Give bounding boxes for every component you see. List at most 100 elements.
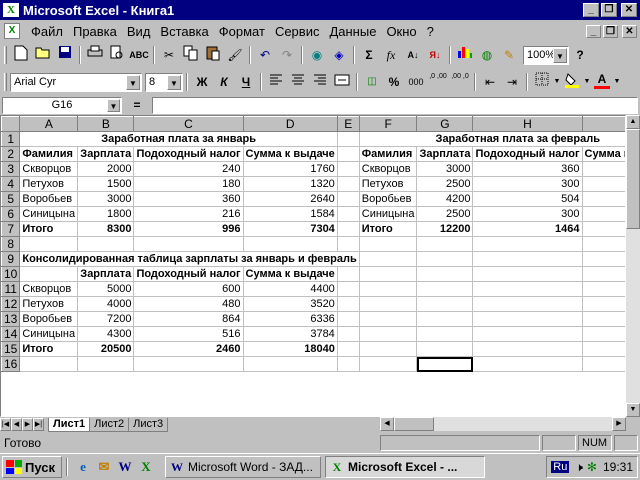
menu-window[interactable]: Окно — [381, 24, 421, 39]
cell[interactable]: 5000 — [77, 281, 135, 297]
doc-restore-button[interactable]: ❐ — [603, 24, 618, 38]
excel-quick-launch-icon[interactable]: X — [137, 458, 155, 476]
hyperlink-icon[interactable]: ◈ — [328, 45, 350, 65]
save-icon[interactable] — [54, 45, 76, 65]
cell[interactable]: Воробьев — [19, 311, 79, 327]
cut-icon[interactable]: ✂ — [158, 45, 180, 65]
cell[interactable]: 2460 — [133, 341, 244, 357]
sort-desc-icon[interactable]: Я↓ — [424, 45, 446, 65]
cell[interactable] — [472, 311, 583, 327]
cell[interactable] — [472, 281, 583, 297]
cell[interactable] — [472, 356, 583, 372]
cell[interactable] — [581, 356, 625, 372]
cell[interactable] — [416, 311, 474, 327]
col-header-c[interactable]: C — [133, 116, 244, 132]
cell[interactable]: Синицына — [19, 326, 79, 342]
cell[interactable] — [416, 296, 474, 312]
header-cell[interactable]: Сумма к выдаче — [242, 146, 338, 162]
edit-formula-button[interactable]: = — [122, 98, 152, 112]
copy-icon[interactable] — [180, 45, 202, 65]
decrease-decimal-button[interactable]: ,00 ,0 — [449, 72, 471, 92]
font-size-dropdown-icon[interactable]: ▼ — [167, 74, 181, 90]
font-select[interactable]: Arial Cyr ▼ — [10, 72, 142, 92]
cell[interactable] — [581, 281, 625, 297]
cell[interactable]: 8300 — [77, 221, 135, 237]
currency-icon[interactable]: ◫ — [361, 72, 383, 92]
cell[interactable]: 1584 — [242, 206, 338, 222]
cell[interactable] — [581, 296, 625, 312]
cell[interactable]: Воробьев — [19, 191, 79, 207]
close-button[interactable]: ✕ — [621, 3, 637, 17]
cell[interactable] — [336, 176, 360, 192]
cell[interactable] — [336, 296, 360, 312]
restore-button[interactable]: ❐ — [601, 3, 617, 17]
volume-icon[interactable]: 🕨 — [575, 460, 583, 475]
cell[interactable]: Петухов — [358, 176, 418, 192]
cell[interactable] — [416, 251, 474, 267]
cell[interactable] — [416, 281, 474, 297]
minimize-button[interactable]: _ — [583, 3, 599, 17]
new-icon[interactable] — [10, 45, 32, 65]
header-cell[interactable]: Фамилия — [19, 146, 79, 162]
header-cell[interactable]: Зарплата — [77, 146, 135, 162]
row-header-2[interactable]: 2 — [1, 146, 21, 162]
toolbar-grip[interactable] — [4, 73, 7, 91]
cell[interactable]: Синицына — [19, 206, 79, 222]
decrease-indent-icon[interactable]: ⇤ — [479, 72, 501, 92]
align-right-icon[interactable] — [309, 72, 331, 92]
first-sheet-icon[interactable]: |◀ — [0, 418, 11, 431]
cell[interactable] — [19, 356, 79, 372]
autosum-icon[interactable]: Σ — [358, 45, 380, 65]
cell[interactable]: Петухов — [19, 296, 79, 312]
row-header-11[interactable]: 11 — [1, 281, 21, 297]
cell[interactable]: 300 — [472, 176, 583, 192]
name-box[interactable]: G16 ▼ — [2, 96, 122, 114]
scheduler-icon[interactable]: ✻ — [587, 460, 597, 474]
format-painter-icon[interactable]: 🖌 — [224, 45, 246, 65]
cell[interactable] — [77, 236, 135, 252]
align-left-icon[interactable] — [265, 72, 287, 92]
cell[interactable] — [336, 266, 360, 282]
menu-insert[interactable]: Вставка — [155, 24, 213, 39]
cell[interactable]: 2200 — [581, 206, 625, 222]
cell[interactable] — [19, 236, 79, 252]
col-header-i[interactable]: I — [581, 116, 625, 132]
cell[interactable] — [336, 146, 360, 162]
task-word-button[interactable]: W Microsoft Word - ЗАД... — [165, 456, 321, 478]
cell[interactable] — [358, 236, 418, 252]
cell[interactable]: 240 — [133, 161, 244, 177]
scroll-left-icon[interactable]: ◀ — [380, 417, 394, 431]
cell[interactable]: 6336 — [242, 311, 338, 327]
cell[interactable]: 3696 — [581, 191, 625, 207]
cell[interactable]: Скворцов — [358, 161, 418, 177]
map-icon[interactable]: ◍ — [476, 45, 498, 65]
doc-close-button[interactable]: ✕ — [622, 24, 637, 38]
workbook-icon[interactable]: X — [4, 23, 20, 39]
cell[interactable] — [581, 341, 625, 357]
cell[interactable] — [133, 356, 244, 372]
last-sheet-icon[interactable]: ▶| — [33, 418, 44, 431]
vertical-scrollbar[interactable]: ▲ ▼ — [626, 115, 640, 417]
sheet-tab-1[interactable]: Лист1 — [48, 417, 91, 432]
horizontal-scrollbar[interactable]: ◀ ▶ — [380, 417, 626, 431]
undo-icon[interactable]: ↶ — [254, 45, 276, 65]
cell[interactable] — [242, 236, 338, 252]
cell[interactable]: Итого — [358, 221, 418, 237]
fill-color-dropdown-icon[interactable]: ▼ — [583, 72, 591, 92]
header-cell[interactable]: Зарплата — [416, 146, 474, 162]
cell[interactable] — [416, 341, 474, 357]
cell[interactable] — [336, 311, 360, 327]
percent-button[interactable]: % — [383, 72, 405, 92]
cell[interactable] — [581, 236, 625, 252]
cell[interactable]: 18040 — [242, 341, 338, 357]
cell[interactable]: 3000 — [416, 161, 474, 177]
borders-dropdown-icon[interactable]: ▼ — [553, 72, 561, 92]
cell[interactable] — [336, 161, 360, 177]
cell[interactable]: 3784 — [242, 326, 338, 342]
horizontal-scroll-thumb[interactable] — [394, 417, 434, 431]
row-header-16[interactable]: 16 — [1, 356, 21, 372]
menu-format[interactable]: Формат — [214, 24, 270, 39]
underline-button[interactable]: Ч — [235, 72, 257, 92]
consolidated-table-title[interactable]: Консолидированная таблица зарплаты за ян… — [19, 251, 360, 267]
paste-icon[interactable] — [202, 45, 224, 65]
